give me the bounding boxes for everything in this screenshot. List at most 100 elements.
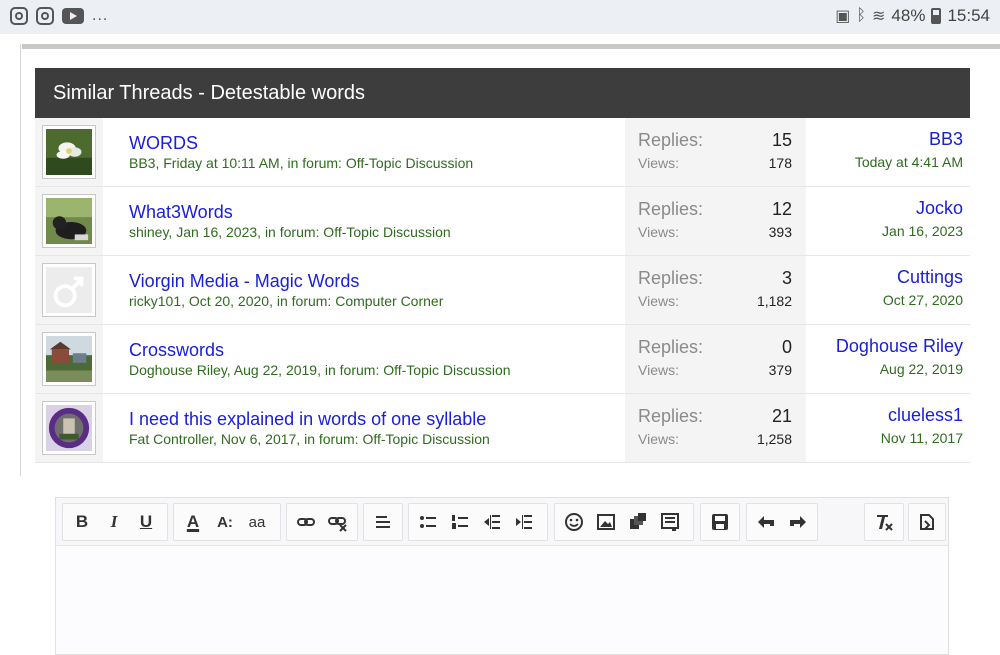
indent-icon[interactable]	[509, 507, 539, 537]
text-style-group: A A: aa	[173, 503, 281, 541]
similar-threads-title: Similar Threads - Detestable words	[35, 68, 970, 118]
lock-icon: ▣	[835, 8, 851, 25]
garden-avatar-image	[46, 336, 92, 382]
font-size-button[interactable]: A:	[210, 507, 240, 537]
link-group	[286, 503, 358, 541]
last-post-date[interactable]: Nov 11, 2017	[881, 430, 963, 446]
last-post-user-link[interactable]: Doghouse Riley	[836, 335, 963, 357]
format-group: B I U	[62, 503, 168, 541]
male-symbol-icon	[46, 267, 92, 313]
last-post-date[interactable]: Aug 22, 2019	[880, 361, 963, 377]
quote-icon[interactable]	[655, 507, 685, 537]
avatar-cell	[35, 256, 103, 324]
toggle-bbcode-icon[interactable]	[913, 507, 941, 537]
avatar[interactable]	[42, 332, 96, 386]
last-post-date[interactable]: Today at 4:41 AM	[855, 154, 963, 170]
thread-stats: Replies: 12 Views: 393	[625, 187, 806, 255]
instagram-icon	[10, 7, 28, 25]
last-post: clueless1 Nov 11, 2017	[881, 404, 963, 450]
bullet-list-icon[interactable]	[413, 507, 443, 537]
views-label: Views:	[638, 362, 679, 378]
message-input[interactable]	[56, 546, 948, 654]
replies-count: 15	[771, 130, 792, 150]
media-icon[interactable]	[623, 507, 653, 537]
avatar-cell	[35, 394, 103, 462]
thread-title-link[interactable]: I need this explained in words of one sy…	[129, 408, 490, 430]
smiley-icon[interactable]	[559, 507, 589, 537]
last-post-date[interactable]: Oct 27, 2020	[883, 292, 963, 308]
views-label: Views:	[638, 431, 679, 447]
thread-info: WORDS BB3, Friday at 10:11 AM, in forum:…	[129, 132, 473, 173]
replies-label: Replies:	[638, 268, 704, 288]
flower-avatar-image	[46, 129, 92, 175]
italic-button[interactable]: I	[99, 507, 129, 537]
thread-title-link[interactable]: Crosswords	[129, 339, 511, 361]
last-post-date[interactable]: Jan 16, 2023	[882, 223, 963, 239]
outdent-icon[interactable]	[477, 507, 507, 537]
cat-avatar-image	[46, 198, 92, 244]
save-draft-icon[interactable]	[705, 507, 735, 537]
notification-icons: ...	[10, 7, 108, 25]
numbered-list-icon[interactable]	[445, 507, 475, 537]
bluetooth-icon: ᛒ	[856, 7, 867, 24]
status-bar: ... ▣ ᛒ ≋ 48% 15:54	[0, 0, 1000, 34]
link-icon[interactable]	[291, 507, 321, 537]
last-post-user-link[interactable]: Cuttings	[883, 266, 963, 288]
underline-button[interactable]: U	[131, 507, 161, 537]
last-post-user-link[interactable]: Jocko	[882, 197, 963, 219]
text-color-button[interactable]: A	[178, 507, 208, 537]
replies-label: Replies:	[638, 130, 704, 150]
align-group	[363, 503, 403, 541]
thread-stats: Replies: 15 Views: 178	[625, 118, 806, 186]
thread-info: Viorgin Media - Magic Words ricky101, Oc…	[129, 270, 443, 311]
thread-meta: ricky101, Oct 20, 2020, in forum: Comput…	[129, 293, 444, 309]
system-icons: ▣ ᛒ ≋ 48% 15:54	[835, 6, 990, 26]
views-count: 379	[768, 362, 792, 378]
last-post-user-link[interactable]: BB3	[855, 128, 963, 150]
views-count: 393	[768, 224, 792, 240]
avatar[interactable]	[42, 401, 96, 455]
avatar-cell	[35, 187, 103, 255]
avatar[interactable]	[42, 194, 96, 248]
last-post: Jocko Jan 16, 2023	[882, 197, 963, 243]
last-post: BB3 Today at 4:41 AM	[855, 128, 963, 174]
thread-title-link[interactable]: What3Words	[129, 201, 451, 223]
clear-format-group	[864, 503, 904, 541]
thread-title-link[interactable]: WORDS	[129, 132, 473, 154]
clock: 15:54	[947, 6, 990, 25]
remove-format-icon[interactable]	[869, 507, 899, 537]
image-icon[interactable]	[591, 507, 621, 537]
avatar[interactable]	[42, 125, 96, 179]
list-group	[408, 503, 548, 541]
thread-meta: BB3, Friday at 10:11 AM, in forum: Off-T…	[129, 155, 474, 171]
more-notifications: ...	[92, 7, 109, 24]
font-family-button[interactable]: aa	[242, 507, 272, 537]
thread-row: What3Words shiney, Jan 16, 2023, in foru…	[35, 187, 970, 256]
thread-stats: Replies: 3 Views: 1,182	[625, 256, 806, 324]
battery-percent: 48%	[891, 6, 926, 25]
redo-icon[interactable]	[783, 507, 813, 537]
thread-row: Viorgin Media - Magic Words ricky101, Oc…	[35, 256, 970, 325]
align-left-icon[interactable]	[368, 507, 398, 537]
unlink-icon[interactable]	[323, 507, 353, 537]
divider	[22, 44, 1000, 49]
thread-title-link[interactable]: Viorgin Media - Magic Words	[129, 270, 443, 292]
page-content: Similar Threads - Detestable words WORDS	[0, 34, 1000, 655]
avatar[interactable]	[42, 263, 96, 317]
badge-avatar-image	[46, 405, 92, 451]
reply-editor: B I U A A: aa	[55, 497, 949, 655]
avatar-cell	[35, 118, 103, 186]
last-post-user-link[interactable]: clueless1	[881, 404, 963, 426]
views-count: 1,258	[756, 431, 792, 447]
insert-group	[554, 503, 694, 541]
divider	[20, 44, 21, 476]
thread-meta: shiney, Jan 16, 2023, in forum: Off-Topi…	[129, 224, 451, 240]
editor-toolbar: B I U A A: aa	[56, 498, 948, 546]
youtube-icon	[62, 8, 84, 24]
thread-stats: Replies: 0 Views: 379	[625, 325, 806, 393]
bold-button[interactable]: B	[67, 507, 97, 537]
thread-stats: Replies: 21 Views: 1,258	[625, 394, 806, 462]
undo-icon[interactable]	[751, 507, 781, 537]
replies-count: 0	[781, 337, 792, 357]
replies-label: Replies:	[638, 199, 704, 219]
